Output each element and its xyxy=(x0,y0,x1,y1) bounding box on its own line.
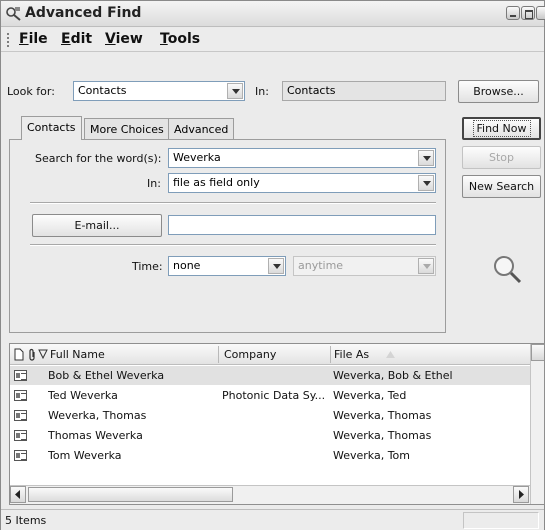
title-bar[interactable]: Advanced Find xyxy=(1,1,545,27)
cell-file-as: Weverka, Ted xyxy=(333,389,407,402)
contact-card-icon xyxy=(14,390,27,401)
look-for-select[interactable]: Contacts xyxy=(73,81,245,101)
status-item-count: 5 Items xyxy=(5,514,47,527)
column-company[interactable]: Company xyxy=(224,348,276,361)
flag-column-icon[interactable] xyxy=(38,348,48,361)
contact-card-icon xyxy=(14,450,27,461)
maximize-icon[interactable] xyxy=(521,6,535,20)
attachment-column-icon[interactable] xyxy=(28,348,36,361)
results-grid: Full Name Company File As Bob & Ethel We… xyxy=(9,343,545,505)
cell-full-name: Ted Weverka xyxy=(48,389,118,402)
chevron-down-icon[interactable] xyxy=(418,175,434,191)
chevron-down-icon[interactable] xyxy=(418,150,434,166)
window-title: Advanced Find xyxy=(25,5,142,21)
search-in-label: In: xyxy=(147,177,161,190)
browse-button-label: Browse... xyxy=(473,85,524,98)
scroll-right-icon[interactable] xyxy=(513,486,529,503)
time-value: none xyxy=(173,259,201,272)
in-label: In: xyxy=(255,85,269,98)
cell-full-name: Bob & Ethel Weverka xyxy=(48,369,165,382)
look-for-label: Look for: xyxy=(7,85,55,98)
cell-full-name: Thomas Weverka xyxy=(48,429,143,442)
in-folder-value: Contacts xyxy=(287,84,336,97)
vertical-scrollbar[interactable] xyxy=(530,344,544,504)
time-select[interactable]: none xyxy=(168,256,286,276)
magnifier-icon xyxy=(494,256,522,284)
table-row[interactable]: Bob & Ethel Weverka Weverka, Bob & Ethel xyxy=(10,366,530,385)
menu-edit[interactable]: Edit xyxy=(61,31,92,47)
time-range-select[interactable]: anytime xyxy=(293,256,436,276)
scroll-up-icon[interactable] xyxy=(531,344,544,361)
sort-ascending-icon xyxy=(386,351,395,358)
look-for-value: Contacts xyxy=(78,84,127,97)
advanced-find-window: Advanced Find File Edit View Tools Look … xyxy=(0,0,545,530)
close-icon[interactable] xyxy=(536,6,545,20)
chevron-down-icon[interactable] xyxy=(418,258,434,274)
table-row[interactable]: Tom Weverka Weverka, Tom xyxy=(10,446,530,465)
status-pane xyxy=(463,512,539,529)
tab-advanced-label: Advanced xyxy=(174,123,229,136)
contacts-tab-panel: Search for the word(s): Weverka In: file… xyxy=(9,139,446,333)
menu-view[interactable]: View xyxy=(105,31,143,47)
table-row[interactable]: Ted Weverka Photonic Data Sy... Weverka, T… xyxy=(10,386,530,405)
stop-button[interactable]: Stop xyxy=(462,146,541,169)
cell-company: Photonic Data Sy... xyxy=(222,389,326,402)
new-search-button[interactable]: New Search xyxy=(462,175,541,198)
find-now-button[interactable]: Find Now xyxy=(462,117,541,140)
chevron-down-icon[interactable] xyxy=(227,83,243,99)
advanced-find-app-icon xyxy=(6,7,21,21)
menu-bar: File Edit View Tools xyxy=(1,28,544,52)
search-in-value: file as field only xyxy=(173,176,260,189)
cell-file-as: Weverka, Thomas xyxy=(333,409,432,422)
new-search-button-label: New Search xyxy=(468,180,535,193)
time-range-value: anytime xyxy=(298,259,344,272)
browse-button[interactable]: Browse... xyxy=(458,80,539,103)
tab-contacts-label: Contacts xyxy=(27,121,76,134)
contact-card-icon xyxy=(14,410,27,421)
in-folder-field: Contacts xyxy=(282,81,446,101)
tab-advanced[interactable]: Advanced xyxy=(168,118,235,140)
contact-card-icon xyxy=(14,370,27,381)
column-file-as[interactable]: File As xyxy=(334,348,369,361)
cell-file-as: Weverka, Bob & Ethel xyxy=(333,369,453,382)
search-words-value: Weverka xyxy=(173,151,221,164)
email-button[interactable]: E-mail... xyxy=(32,214,162,237)
cell-full-name: Weverka, Thomas xyxy=(48,409,147,422)
horizontal-scroll-thumb[interactable] xyxy=(28,487,233,502)
tab-more-choices[interactable]: More Choices xyxy=(84,118,170,140)
tab-more-choices-label: More Choices xyxy=(90,123,164,136)
email-button-label: E-mail... xyxy=(74,219,120,232)
find-now-button-label: Find Now xyxy=(472,120,531,137)
divider xyxy=(30,202,436,204)
table-row[interactable]: Thomas Weverka Weverka, Thomas xyxy=(10,426,530,445)
cell-full-name: Tom Weverka xyxy=(48,449,122,462)
cell-file-as: Weverka, Thomas xyxy=(333,429,432,442)
toolbar-grip-icon[interactable] xyxy=(7,33,9,47)
minimize-icon[interactable] xyxy=(506,6,520,20)
menu-tools[interactable]: Tools xyxy=(160,31,200,47)
chevron-down-icon[interactable] xyxy=(268,258,284,274)
stop-button-label: Stop xyxy=(488,151,514,164)
search-words-label: Search for the word(s): xyxy=(35,152,162,165)
column-full-name[interactable]: Full Name xyxy=(50,348,105,361)
email-field[interactable] xyxy=(168,215,436,235)
column-divider[interactable] xyxy=(330,346,331,363)
contact-card-icon xyxy=(14,430,27,441)
search-in-select[interactable]: file as field only xyxy=(168,173,436,193)
item-type-column-icon[interactable] xyxy=(14,348,24,361)
search-words-combo[interactable]: Weverka xyxy=(168,148,436,168)
tab-contacts[interactable]: Contacts xyxy=(21,116,82,140)
table-row[interactable]: Weverka, Thomas Weverka, Thomas xyxy=(10,406,530,425)
scroll-left-icon[interactable] xyxy=(10,486,26,503)
cell-file-as: Weverka, Tom xyxy=(333,449,411,462)
status-bar: 5 Items xyxy=(1,509,544,530)
grid-header: Full Name Company File As xyxy=(10,344,544,365)
menu-file[interactable]: File xyxy=(19,31,48,47)
horizontal-scrollbar[interactable] xyxy=(10,485,530,504)
column-divider[interactable] xyxy=(218,346,219,363)
divider xyxy=(30,244,436,246)
time-label: Time: xyxy=(132,260,163,273)
